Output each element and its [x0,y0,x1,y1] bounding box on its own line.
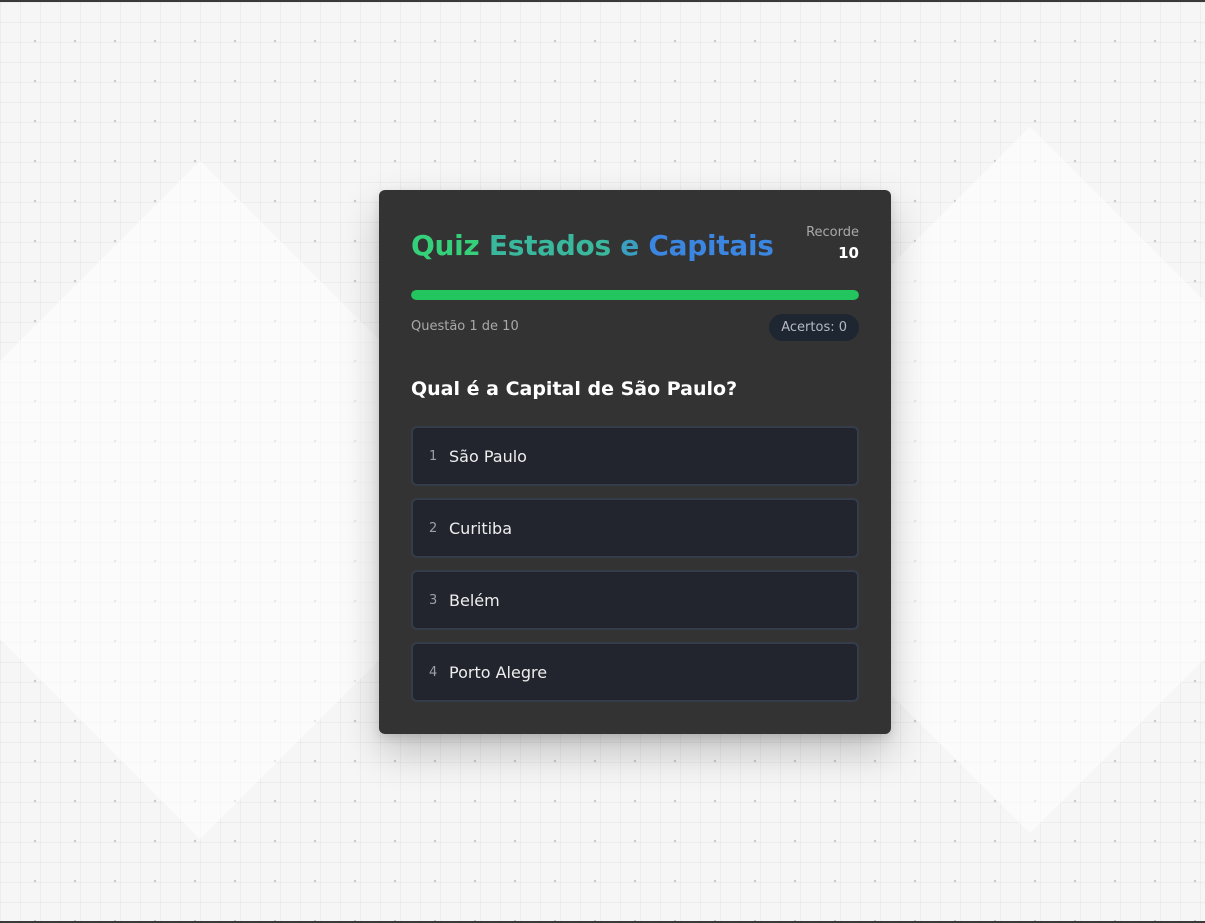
progress-bar [411,290,859,300]
title-word-e: e [620,229,639,262]
option-label: Porto Alegre [449,662,548,682]
quiz-meta: Questão 1 de 10 Acertos: 0 [411,314,859,342]
score-badge: Acertos: 0 [769,314,859,341]
progress-bar-fill [411,290,859,300]
record-box: Recorde 10 [806,224,859,265]
option-number: 4 [429,664,438,680]
option-label: Belém [449,590,500,610]
answer-option-3[interactable]: 3 Belém [411,570,859,630]
answer-option-1[interactable]: 1 São Paulo [411,426,859,486]
title-word-capitais: Capitais [648,229,774,262]
record-label: Recorde [806,225,859,240]
quiz-title: Quiz Estados e Capitais [411,229,774,262]
answer-options: 1 São Paulo 2 Curitiba 3 Belém 4 Porto A… [411,426,859,702]
record-value: 10 [838,244,859,263]
question-text: Qual é a Capital de São Paulo? [411,378,738,400]
title-word-estados: Estados [488,229,611,262]
quiz-card: Quiz Estados e Capitais Recorde 10 Quest… [379,190,891,734]
question-counter: Questão 1 de 10 [411,319,519,334]
option-label: São Paulo [449,446,527,466]
option-number: 1 [429,448,438,464]
option-number: 2 [429,520,438,536]
answer-option-4[interactable]: 4 Porto Alegre [411,642,859,702]
option-number: 3 [429,592,438,608]
option-label: Curitiba [449,518,513,538]
title-word-quiz: Quiz [411,229,480,262]
quiz-header: Quiz Estados e Capitais Recorde 10 [411,222,859,290]
answer-option-2[interactable]: 2 Curitiba [411,498,859,558]
